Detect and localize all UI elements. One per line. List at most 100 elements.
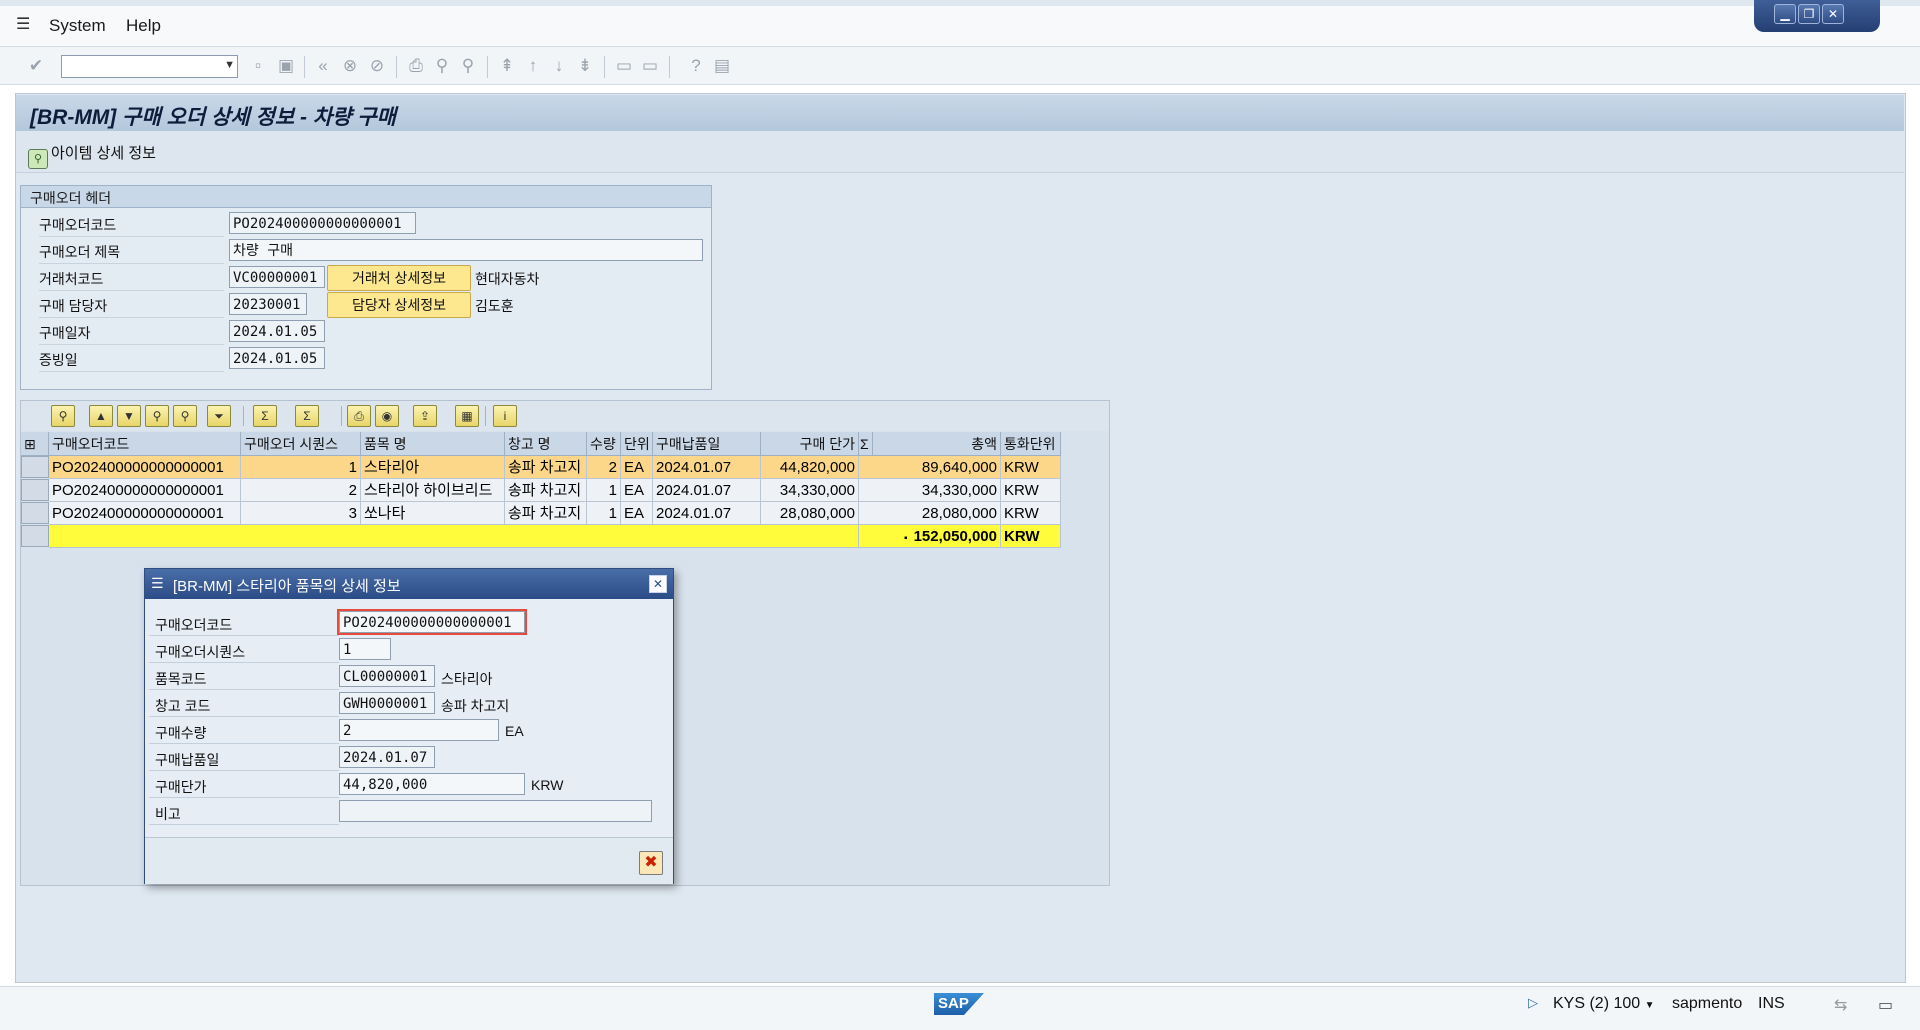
- col-po-seq[interactable]: 구매오더 시퀀스: [241, 432, 361, 456]
- find-next-icon[interactable]: ⚲: [173, 405, 197, 427]
- col-item-name[interactable]: 품목 명: [361, 432, 505, 456]
- system-info[interactable]: KYS (2) 100 ▼: [1553, 995, 1655, 1013]
- cancel-icon[interactable]: ⊘: [367, 56, 387, 76]
- buyer-detail-button[interactable]: 담당자 상세정보: [327, 292, 471, 318]
- menu-system[interactable]: System: [49, 16, 106, 36]
- shortcut-icon[interactable]: ▭: [640, 56, 660, 76]
- views-icon[interactable]: ◉: [375, 405, 399, 427]
- row-selector: [21, 525, 49, 547]
- next-page-icon[interactable]: ↓: [549, 56, 569, 76]
- item-detail-button[interactable]: ⚲ 아이템 상세 정보: [28, 142, 156, 169]
- cancel-button[interactable]: ✖: [639, 851, 663, 875]
- table-row[interactable]: PO202400000000000001 3 쏘나타 송파 차고지 1 EA 2…: [21, 502, 1061, 525]
- back-icon[interactable]: «: [313, 56, 333, 76]
- po-title-field[interactable]: 차량 구매: [229, 239, 703, 261]
- first-page-icon[interactable]: ⇞: [497, 56, 517, 76]
- item-detail-label: 아이템 상세 정보: [51, 145, 156, 162]
- export-icon[interactable]: ⇪: [413, 405, 437, 427]
- table-row[interactable]: PO202400000000000001 1 스타리아 송파 차고지 2 EA …: [21, 456, 1061, 479]
- toolbar-separator: [341, 406, 342, 426]
- col-unit-price[interactable]: 구매 단가: [761, 432, 859, 456]
- layout-icon[interactable]: ▤: [712, 56, 732, 76]
- insert-mode[interactable]: INS: [1758, 995, 1785, 1013]
- find-next-icon[interactable]: ⚲: [458, 56, 478, 76]
- table-row[interactable]: PO202400000000000001 2 스타리아 하이브리드 송파 차고지…: [21, 479, 1061, 502]
- col-warehouse-name[interactable]: 창고 명: [505, 432, 587, 456]
- enter-check-icon[interactable]: ✔: [26, 56, 46, 76]
- minimize-icon[interactable]: ▁: [1774, 4, 1796, 24]
- details-icon[interactable]: ⚲: [51, 405, 75, 427]
- dialog-title-bar[interactable]: ☰ [BR-MM] 스타리아 품목의 상세 정보 ✕: [145, 569, 673, 599]
- dlg-delivery-field[interactable]: 2024.01.07: [339, 746, 435, 768]
- save-icon[interactable]: ▣: [276, 56, 296, 76]
- evidence-date-field[interactable]: 2024.01.05: [229, 347, 325, 369]
- cell-currency: KRW: [1001, 456, 1061, 479]
- page-title: [BR-MM] 구매 오더 상세 정보 - 차량 구매: [30, 106, 396, 129]
- po-code-label: 구매오더코드: [39, 212, 224, 237]
- help-icon[interactable]: ?: [686, 56, 706, 76]
- layout-toggle-icon[interactable]: ⇆: [1834, 995, 1847, 1015]
- dlg-po-code-field[interactable]: PO202400000000000001: [337, 609, 527, 635]
- col-unit[interactable]: 단위: [621, 432, 653, 456]
- dialog-close-icon[interactable]: ✕: [649, 575, 667, 593]
- cell-currency: KRW: [1001, 479, 1061, 502]
- restore-icon[interactable]: ❐: [1798, 4, 1820, 24]
- subtotal-icon[interactable]: Σ: [295, 405, 319, 427]
- dlg-wh-code-label: 창고 코드: [149, 692, 339, 717]
- status-arrow-icon[interactable]: ▷: [1528, 995, 1538, 1011]
- dlg-item-code-label: 품목코드: [149, 665, 339, 690]
- lock-icon[interactable]: ▭: [1878, 995, 1893, 1015]
- sort-descending-icon[interactable]: ▼: [117, 405, 141, 427]
- filter-icon[interactable]: ⏷: [207, 405, 231, 427]
- chevron-down-icon[interactable]: ▼: [224, 59, 235, 71]
- col-po-code[interactable]: 구매오더코드: [49, 432, 241, 456]
- dlg-item-code-field[interactable]: CL00000001: [339, 665, 435, 687]
- purchase-date-field[interactable]: 2024.01.05: [229, 320, 325, 342]
- toolbar-separator: [243, 406, 244, 426]
- buyer-label: 구매 담당자: [39, 293, 224, 318]
- close-icon[interactable]: ✕: [1822, 4, 1844, 24]
- find-icon[interactable]: ⚲: [145, 405, 169, 427]
- exit-icon[interactable]: ⊗: [340, 56, 360, 76]
- row-selector[interactable]: [21, 479, 49, 501]
- previous-page-icon[interactable]: ↑: [523, 56, 543, 76]
- sort-ascending-icon[interactable]: ▲: [89, 405, 113, 427]
- col-qty[interactable]: 수량: [587, 432, 621, 456]
- detail-zoom-icon: ⚲: [28, 149, 48, 169]
- layout-icon[interactable]: ▦: [455, 405, 479, 427]
- dlg-note-field[interactable]: [339, 800, 652, 822]
- toolbar-separator: [304, 56, 305, 78]
- row-selector[interactable]: [21, 502, 49, 524]
- col-total[interactable]: 총액: [873, 432, 1001, 456]
- po-header-group: 구매오더 헤더 구매오더코드 PO202400000000000001 구매오더…: [20, 185, 712, 390]
- po-code-field[interactable]: PO202400000000000001: [229, 212, 416, 234]
- col-currency[interactable]: 통화단위: [1001, 432, 1061, 456]
- row-selector[interactable]: [21, 456, 49, 478]
- info-icon[interactable]: i: [493, 405, 517, 427]
- cell-unit: EA: [621, 456, 653, 479]
- dlg-wh-code-field[interactable]: GWH0000001: [339, 692, 435, 714]
- cell-po-code: PO202400000000000001: [49, 479, 241, 502]
- dlg-price-field[interactable]: 44,820,000: [339, 773, 525, 795]
- dlg-qty-field[interactable]: 2: [339, 719, 499, 741]
- select-all-icon[interactable]: ⊞: [21, 432, 49, 456]
- menu-icon[interactable]: ☰: [16, 14, 30, 34]
- col-delivery-date[interactable]: 구매납품일: [653, 432, 761, 456]
- menu-help[interactable]: Help: [126, 16, 161, 36]
- find-icon[interactable]: ⚲: [432, 56, 452, 76]
- dialog-menu-icon[interactable]: ☰: [151, 575, 164, 592]
- last-page-icon[interactable]: ⇟: [575, 56, 595, 76]
- buyer-id-field[interactable]: 20230001: [229, 293, 307, 315]
- vendor-detail-button[interactable]: 거래처 상세정보: [327, 265, 471, 291]
- back-disabled-icon: ▫: [254, 56, 262, 75]
- print-icon[interactable]: ⎙: [347, 405, 371, 427]
- cell-po-code: PO202400000000000001: [49, 456, 241, 479]
- new-session-icon[interactable]: ▭: [614, 56, 634, 76]
- dlg-seq-field[interactable]: 1: [339, 638, 391, 660]
- print-icon[interactable]: ⎙: [406, 56, 426, 76]
- evidence-date-label: 증빙일: [39, 347, 224, 372]
- vendor-code-field[interactable]: VC00000001: [229, 266, 325, 288]
- command-field[interactable]: ▼: [61, 55, 238, 78]
- dlg-currency: KRW: [531, 777, 564, 793]
- total-icon[interactable]: Σ: [253, 405, 277, 427]
